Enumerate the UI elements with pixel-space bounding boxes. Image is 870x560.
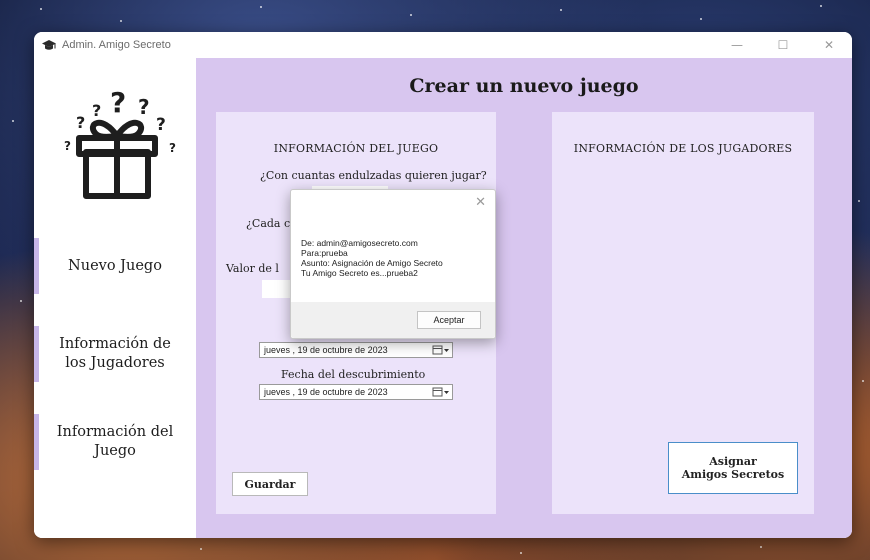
close-icon[interactable]: ✕	[475, 195, 486, 210]
each-question-label: ¿Cada c	[246, 217, 291, 230]
svg-text:?: ?	[169, 141, 176, 155]
start-date-value: jueves , 19 de octubre de 2023	[264, 345, 388, 355]
value-label: Valor de l	[226, 262, 279, 275]
dialog-result: Tu Amigo Secreto es...prueba2	[301, 268, 418, 278]
window-title: Admin. Amigo Secreto	[62, 39, 171, 51]
sidebar-item-label: Nuevo Juego	[68, 257, 162, 274]
assign-secret-friends-button[interactable]: Asignar Amigos Secretos	[668, 442, 798, 494]
sidebar-item-label: Información de los Jugadores	[59, 336, 171, 371]
sidebar-item-nuevo-juego[interactable]: Nuevo Juego	[34, 238, 196, 294]
svg-text:?: ?	[156, 115, 166, 135]
page-title: Crear un nuevo juego	[409, 75, 639, 97]
players-info-panel: INFORMACIÓN DE LOS JUGADORES Asignar Ami…	[552, 112, 814, 514]
svg-text:?: ?	[138, 95, 150, 119]
sidebar: ? ? ? ? ? ? ? ? Nuevo Juego Información …	[34, 58, 196, 538]
svg-text:?: ?	[64, 139, 71, 153]
svg-text:?: ?	[92, 101, 101, 120]
minimize-button[interactable]: —	[714, 32, 760, 58]
players-info-heading: INFORMACIÓN DE LOS JUGADORES	[573, 142, 793, 155]
message-dialog: ✕ De: admin@amigosecreto.com Para:prueba…	[290, 189, 496, 339]
reveal-date-label: Fecha del descubrimiento	[281, 368, 426, 381]
dialog-subject: Asunto: Asignación de Amigo Secreto	[301, 258, 443, 268]
game-info-heading: INFORMACIÓN DEL JUEGO	[273, 142, 439, 155]
close-button[interactable]: ✕	[806, 32, 852, 58]
title-bar[interactable]: Admin. Amigo Secreto — ☐ ✕	[34, 32, 852, 58]
reveal-date-value: jueves , 19 de octubre de 2023	[264, 387, 388, 397]
graduation-cap-icon	[41, 37, 57, 53]
sidebar-item-informacion-jugadores[interactable]: Información de los Jugadores	[34, 326, 196, 382]
start-date-picker[interactable]: jueves , 19 de octubre de 2023	[259, 342, 453, 358]
dialog-message: De: admin@amigosecreto.com Para:prueba A…	[301, 238, 443, 278]
dialog-footer: Aceptar	[291, 302, 495, 338]
calendar-dropdown-icon[interactable]	[430, 387, 452, 397]
svg-text:?: ?	[76, 113, 85, 132]
svg-text:?: ?	[110, 86, 126, 119]
maximize-button[interactable]: ☐	[760, 32, 806, 58]
accept-button[interactable]: Aceptar	[417, 311, 481, 329]
reveal-date-picker[interactable]: jueves , 19 de octubre de 2023	[259, 384, 453, 400]
sidebar-item-label: Información del Juego	[56, 424, 174, 459]
sweets-question-label: ¿Con cuantas endulzadas quieren jugar?	[260, 169, 487, 182]
dialog-to: Para:prueba	[301, 248, 348, 258]
dialog-from: De: admin@amigosecreto.com	[301, 238, 418, 248]
calendar-dropdown-icon[interactable]	[430, 345, 452, 355]
gift-icon: ? ? ? ? ? ? ? ?	[64, 86, 176, 199]
sidebar-item-informacion-juego[interactable]: Información del Juego	[34, 414, 196, 470]
save-button[interactable]: Guardar	[232, 472, 308, 496]
